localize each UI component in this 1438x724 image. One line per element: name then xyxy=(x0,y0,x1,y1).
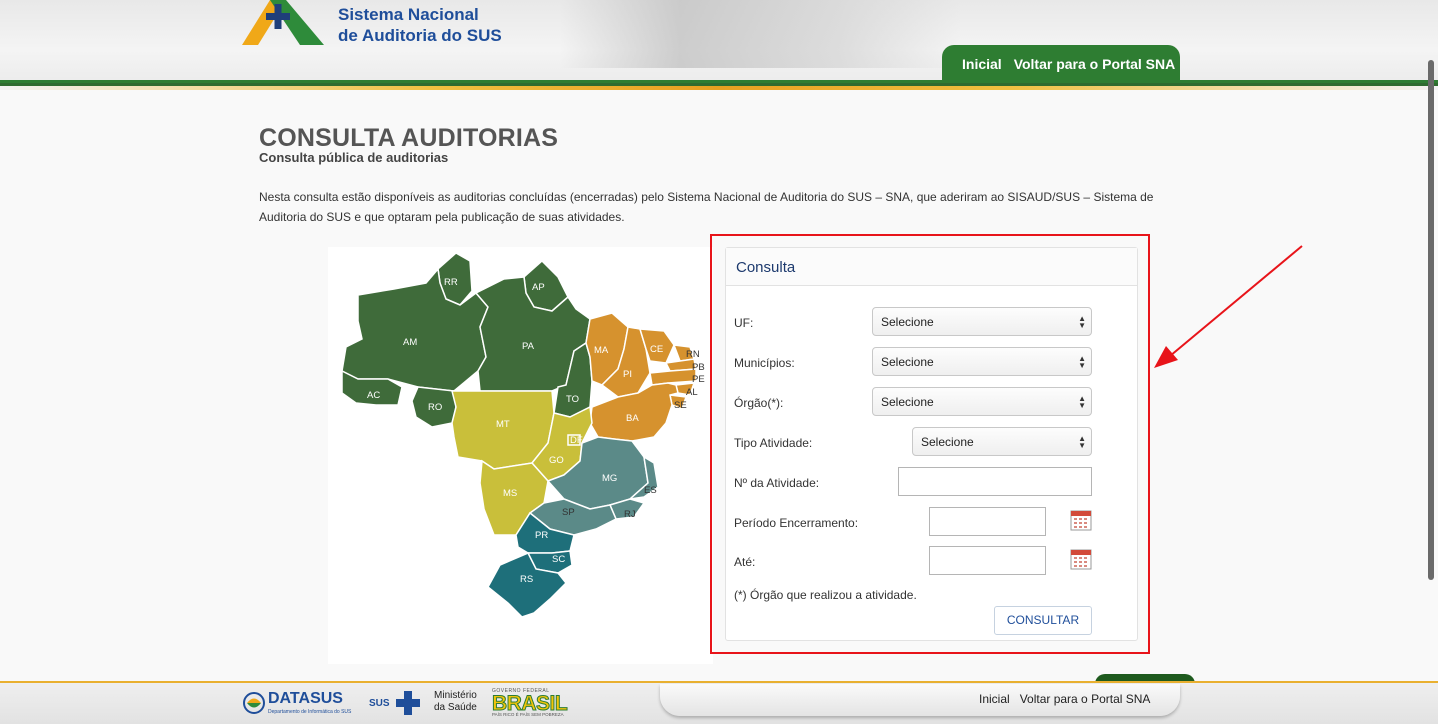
label-ce: CE xyxy=(650,344,663,355)
label-ro: RO xyxy=(428,402,442,413)
tipo-atividade-select[interactable]: Selecione ▲ ▼ xyxy=(912,427,1092,456)
periodo-encerramento-input[interactable] xyxy=(929,507,1046,536)
site-title: Sistema Nacional de Auditoria do SUS xyxy=(338,4,502,46)
page-scrollbar[interactable] xyxy=(1428,60,1434,580)
label-rr: RR xyxy=(444,277,458,288)
datasus-title: DATASUS xyxy=(268,690,343,707)
form-header: Consulta xyxy=(726,248,1137,286)
site-header xyxy=(0,0,1438,86)
uf-select[interactable]: Selecione ▲ ▼ xyxy=(872,307,1092,336)
page-title: CONSULTA AUDITORIAS xyxy=(259,124,559,152)
label-mt: MT xyxy=(496,419,510,430)
label-se: SE xyxy=(674,400,687,411)
label-pe: PE xyxy=(692,374,705,385)
ministerio-saude: Ministério da Saúde xyxy=(434,690,477,714)
orgao-select-value: Selecione xyxy=(881,395,934,409)
uf-label: UF: xyxy=(734,316,754,330)
label-go: GO xyxy=(549,455,564,466)
intro-line2: Auditoria do SUS e que optaram pela publ… xyxy=(259,210,625,224)
label-es: ES xyxy=(644,485,657,496)
label-pb: PB xyxy=(692,362,705,373)
sus-label: SUS xyxy=(369,698,390,709)
consultar-button[interactable]: CONSULTAR xyxy=(994,606,1092,635)
brasil-tagline: PAÍS RICO É PAÍS SEM POBREZA xyxy=(492,712,564,717)
label-sp: SP xyxy=(562,507,575,518)
label-ap: AP xyxy=(532,282,545,293)
select-arrows-icon: ▲ ▼ xyxy=(1078,314,1086,330)
ate-label: Até: xyxy=(734,555,756,569)
orgao-label: Órgão(*): xyxy=(734,396,784,410)
sna-logo-icon[interactable] xyxy=(240,0,330,50)
sus-cross-icon xyxy=(396,691,420,715)
header-gold-strip xyxy=(0,86,1438,90)
label-ma: MA xyxy=(594,345,609,356)
footer-nav: Inicial Voltar para o Portal SNA xyxy=(979,692,1150,706)
state-pe[interactable] xyxy=(649,368,697,386)
label-ba: BA xyxy=(626,413,639,424)
datasus-logo-icon xyxy=(243,692,265,714)
select-arrows-icon: ▲ ▼ xyxy=(1078,434,1086,450)
intro-line1: Nesta consulta estão disponíveis as audi… xyxy=(259,190,1154,204)
ministerio-line1: Ministério xyxy=(434,690,477,701)
annotation-arrow-icon xyxy=(1154,245,1303,368)
label-al: AL xyxy=(686,387,698,398)
municipios-select[interactable]: Selecione ▲ ▼ xyxy=(872,347,1092,376)
calendar-icon[interactable] xyxy=(1070,548,1092,570)
brazil-map: RR AP AM PA MA CE RN PB PE AL SE PI AC R… xyxy=(328,247,713,664)
label-sc: SC xyxy=(552,554,565,565)
periodo-encerramento-label: Período Encerramento: xyxy=(734,516,859,530)
site-title-line2: de Auditoria do SUS xyxy=(338,26,502,45)
intro-text: Nesta consulta estão disponíveis as audi… xyxy=(259,187,1159,227)
datasus-subtitle: Departamento de Informática do SUS xyxy=(268,709,352,715)
label-to: TO xyxy=(566,394,579,405)
nav-inicial-link[interactable]: Inicial xyxy=(962,56,1002,72)
orgao-select[interactable]: Selecione ▲ ▼ xyxy=(872,387,1092,416)
select-arrows-icon: ▲ ▼ xyxy=(1078,394,1086,410)
ministerio-line2: da Saúde xyxy=(434,702,477,713)
header-building-image xyxy=(560,0,960,68)
municipios-select-value: Selecione xyxy=(881,355,934,369)
label-am: AM xyxy=(403,337,417,348)
nav-portal-sna-link[interactable]: Voltar para o Portal SNA xyxy=(1014,56,1176,72)
label-rs: RS xyxy=(520,574,533,585)
label-mg: MG xyxy=(602,473,617,484)
top-nav: Inicial Voltar para o Portal SNA xyxy=(942,45,1180,83)
label-ms: MS xyxy=(503,488,517,499)
label-pr: PR xyxy=(535,530,548,541)
label-df: DF xyxy=(570,435,583,446)
uf-select-value: Selecione xyxy=(881,315,934,329)
label-ac: AC xyxy=(367,390,380,401)
brasil-logo: GOVERNO FEDERAL BRASIL PAÍS RICO É PAÍS … xyxy=(491,688,587,717)
footer-portal-sna-link[interactable]: Voltar para o Portal SNA xyxy=(1020,692,1151,706)
municipios-label: Municípios: xyxy=(734,356,795,370)
calendar-icon[interactable] xyxy=(1070,509,1092,531)
tipo-atividade-label: Tipo Atividade: xyxy=(734,436,813,450)
tipo-atividade-select-value: Selecione xyxy=(921,435,974,449)
required-note: (*) Órgão que realizou a atividade. xyxy=(734,588,917,602)
footer-inicial-link[interactable]: Inicial xyxy=(979,692,1010,706)
header-divider xyxy=(0,80,1438,83)
site-title-line1: Sistema Nacional xyxy=(338,5,479,24)
label-pi: PI xyxy=(623,369,632,380)
label-pa: PA xyxy=(522,341,535,352)
consulta-form: Consulta UF: Selecione ▲ ▼ Municípios: Se… xyxy=(725,247,1138,641)
label-rj: RJ xyxy=(624,509,636,520)
label-rn: RN xyxy=(686,349,700,360)
page-subtitle: Consulta pública de auditorias xyxy=(259,150,449,165)
select-arrows-icon: ▲ ▼ xyxy=(1078,354,1086,370)
numero-atividade-input[interactable] xyxy=(898,467,1092,496)
ate-input[interactable] xyxy=(929,546,1046,575)
numero-atividade-label: Nº da Atividade: xyxy=(734,476,820,490)
brazil-map-svg: RR AP AM PA MA CE RN PB PE AL SE PI AC R… xyxy=(341,252,705,618)
